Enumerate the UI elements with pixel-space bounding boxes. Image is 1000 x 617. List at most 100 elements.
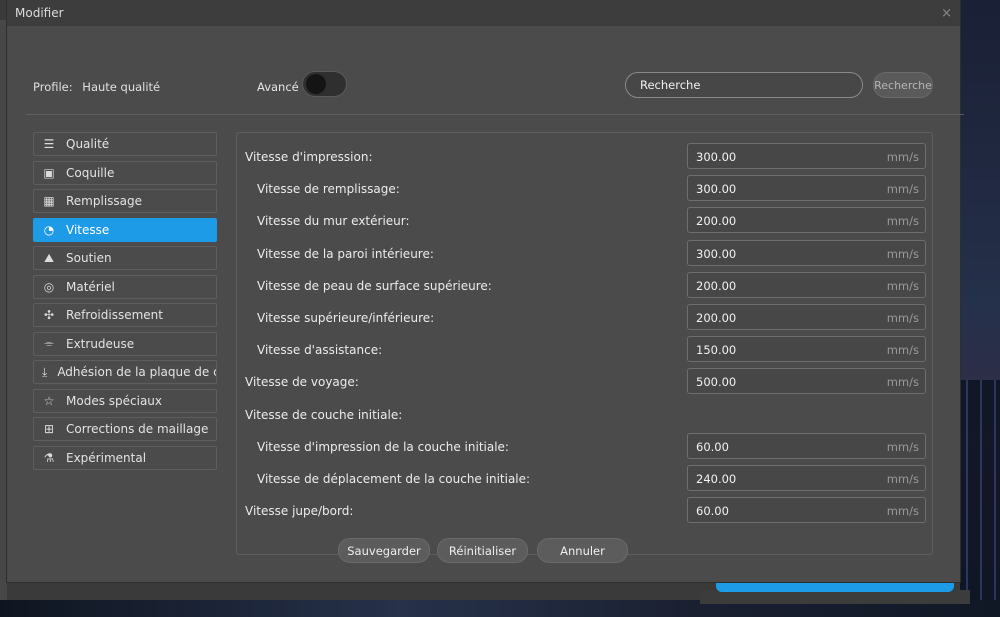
unit-label: mm/s <box>886 375 919 390</box>
sidebar-item-flask[interactable]: ⚗ Expérimental <box>33 445 217 470</box>
setting-label: Vitesse de voyage: <box>245 375 359 390</box>
star-icon: ☆ <box>43 393 55 408</box>
unit-label: mm/s <box>886 472 919 486</box>
quality-icon: ☰ <box>43 137 55 151</box>
unit-label: mm/s <box>886 343 919 358</box>
sidebar-item-label: Remplissage <box>66 194 143 208</box>
setting-label: Vitesse jupe/bord: <box>245 504 354 519</box>
extruder-icon: ⌯ <box>44 336 54 350</box>
support-icon: ⛰ <box>43 250 55 265</box>
speed-settings-panel: Vitesse d'impression: 300.00 mm/s Vitesse d… <box>236 132 933 555</box>
sidebar-item-quality[interactable]: ☰ Qualité <box>33 132 217 156</box>
setting-row: Vitesse de déplacement de la couche init… <box>237 465 932 493</box>
background-blue-button <box>716 582 954 592</box>
dialog-title: Modifier <box>15 6 64 20</box>
sidebar-item-support[interactable]: ⛰ Soutien <box>33 246 217 270</box>
setting-row: Vitesse jupe/bord: 60.00 mm/s <box>237 497 932 525</box>
speed-value: 300.00 <box>696 182 737 197</box>
advanced-label: Avancé <box>257 80 299 94</box>
flask-icon: ⚗ <box>43 450 55 465</box>
speed-input[interactable]: 60.00 mm/s <box>687 432 926 459</box>
sidebar-item-label: Adhésion de la plaque de cc <box>57 365 217 379</box>
setting-label: Vitesse de remplissage: <box>257 182 400 197</box>
speed-input[interactable]: 200.00 mm/s <box>687 304 926 330</box>
shell-icon: ▣ <box>43 165 55 180</box>
setting-label: Vitesse de déplacement de la couche init… <box>257 472 531 486</box>
save-button[interactable]: Sauvegarder <box>338 538 430 563</box>
sidebar-item-material[interactable]: ◎ Matériel <box>33 274 217 299</box>
adhesion-icon: ⤓ <box>42 364 48 379</box>
sidebar-item-adhesion[interactable]: ⤓ Adhésion de la plaque de cc <box>33 360 217 384</box>
background-toolbar <box>700 590 970 604</box>
sidebar-item-shell[interactable]: ▣ Coquille <box>33 160 217 185</box>
speed-input[interactable]: 300.00 mm/s <box>687 143 926 169</box>
speed-input[interactable]: 300.00 mm/s <box>687 175 926 202</box>
profile-value: Haute qualité <box>82 80 161 94</box>
speed-value: 300.00 <box>696 150 737 164</box>
speed-value: 60.00 <box>696 439 729 454</box>
setting-label: Vitesse de la paroi intérieure: <box>257 246 434 261</box>
reset-button[interactable]: Réinitialiser <box>437 538 528 563</box>
profile-label: Profile: <box>33 80 73 94</box>
toggle-knob <box>306 74 326 94</box>
unit-label: mm/s <box>886 504 919 519</box>
cooling-fan-icon: ✣ <box>43 308 55 322</box>
setting-row: Vitesse du mur extérieur: 200.00 mm/s <box>237 207 932 235</box>
close-icon[interactable]: × <box>941 6 952 21</box>
search-button[interactable]: Recherche <box>873 72 933 98</box>
dialog-topbar: Profile: Haute qualité Avancé Recherche <box>7 68 960 104</box>
sidebar-item-label: Refroidissement <box>66 308 163 322</box>
setting-row: Vitesse de couche initiale: <box>237 401 932 429</box>
setting-row: Vitesse de remplissage: 300.00 mm/s <box>237 175 932 203</box>
background-city-lights <box>960 380 1000 617</box>
modify-dialog: Modifier × Profile: Haute qualité Avancé… <box>7 0 964 582</box>
setting-label: Vitesse du mur extérieur: <box>257 214 410 229</box>
speed-input[interactable]: 200.00 mm/s <box>687 271 926 298</box>
background-left-panel <box>0 20 7 605</box>
speed-value: 200.00 <box>696 214 737 229</box>
speed-input[interactable]: 150.00 mm/s <box>687 336 926 363</box>
setting-label: Vitesse de peau de surface supérieure: <box>257 278 492 293</box>
sidebar-item-label: Soutien <box>66 251 112 265</box>
unit-label: mm/s <box>886 182 919 197</box>
setting-row: Vitesse de peau de surface supérieure: 20… <box>237 271 932 300</box>
profile-display: Profile: Haute qualité <box>33 80 160 94</box>
speed-value: 60.00 <box>696 504 729 519</box>
speed-input[interactable]: 240.00 mm/s <box>687 465 926 491</box>
speed-icon: ◔ <box>43 222 55 237</box>
setting-label: Vitesse de couche initiale: <box>245 407 403 422</box>
setting-row: Vitesse d'impression: 300.00 mm/s <box>237 143 932 171</box>
sidebar-item-infill[interactable]: ▦ Remplissage <box>33 189 217 213</box>
speed-value: 300.00 <box>696 246 737 261</box>
sidebar-item-mesh-fix[interactable]: ⊞ Corrections de maillage <box>33 417 217 441</box>
sidebar-item-label: Expérimental <box>66 450 147 465</box>
sidebar-item-speed[interactable]: ◔ Vitesse <box>33 217 217 242</box>
search-input[interactable] <box>625 72 863 98</box>
speed-input[interactable]: 300.00 mm/s <box>687 239 926 266</box>
sidebar-item-label: Extrudeuse <box>66 336 135 351</box>
material-icon: ◎ <box>43 279 55 294</box>
sidebar-item-cooling-fan[interactable]: ✣ Refroidissement <box>33 303 217 327</box>
setting-label: Vitesse supérieure/inférieure: <box>257 311 435 325</box>
topbar-divider <box>26 114 964 115</box>
speed-input[interactable]: 60.00 mm/s <box>687 497 926 524</box>
sidebar-item-extruder[interactable]: ⌯ Extrudeuse <box>33 331 217 356</box>
unit-label: mm/s <box>886 246 919 261</box>
sidebar-item-label: Coquille <box>66 165 115 180</box>
sidebar-item-label: Modes spéciaux <box>66 393 163 408</box>
sidebar-item-label: Corrections de maillage <box>66 422 209 436</box>
unit-label: mm/s <box>886 439 919 454</box>
speed-input[interactable]: 500.00 mm/s <box>687 368 926 395</box>
speed-value: 240.00 <box>696 472 737 486</box>
advanced-toggle[interactable] <box>302 71 347 97</box>
cancel-button[interactable]: Annuler <box>537 538 628 563</box>
speed-value: 150.00 <box>696 343 737 358</box>
sidebar-item-star[interactable]: ☆ Modes spéciaux <box>33 388 217 413</box>
sidebar-item-label: Qualité <box>66 137 110 151</box>
category-sidebar: ☰ Qualité ▣ Coquille ▦ Remplissage ◔ Vitesse ⛰ So… <box>33 132 217 474</box>
unit-label: mm/s <box>886 150 919 164</box>
setting-row: Vitesse supérieure/inférieure: 200.00 mm/s <box>237 304 932 332</box>
speed-input[interactable]: 200.00 mm/s <box>687 207 926 234</box>
setting-label: Vitesse d'impression de la couche initia… <box>257 439 509 454</box>
unit-label: mm/s <box>886 214 919 229</box>
